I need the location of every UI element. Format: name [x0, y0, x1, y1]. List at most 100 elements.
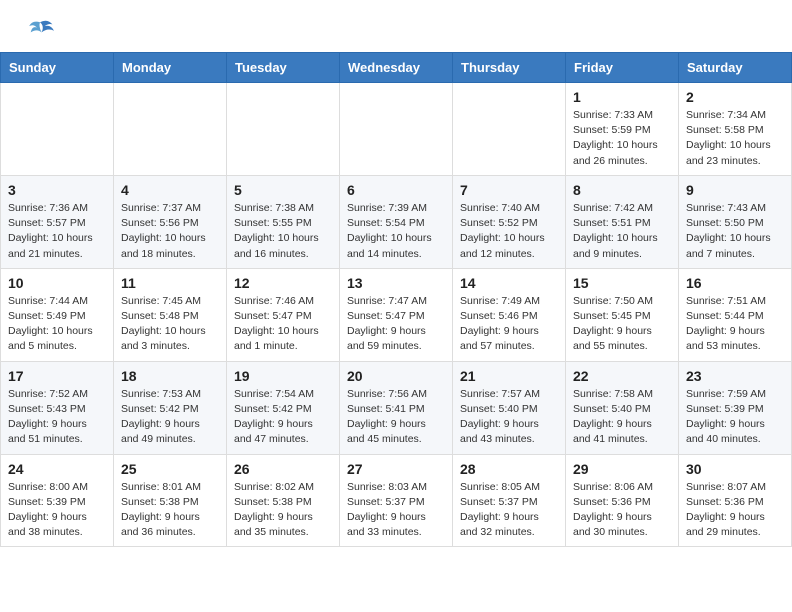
- day-info: Sunrise: 8:02 AMSunset: 5:38 PMDaylight:…: [234, 480, 332, 541]
- day-number: 28: [460, 461, 558, 477]
- day-info: Sunrise: 7:36 AMSunset: 5:57 PMDaylight:…: [8, 201, 106, 262]
- calendar-header-tuesday: Tuesday: [227, 53, 340, 83]
- day-info: Sunrise: 7:51 AMSunset: 5:44 PMDaylight:…: [686, 294, 784, 355]
- day-number: 1: [573, 89, 671, 105]
- day-info: Sunrise: 7:53 AMSunset: 5:42 PMDaylight:…: [121, 387, 219, 448]
- day-number: 26: [234, 461, 332, 477]
- day-number: 15: [573, 275, 671, 291]
- calendar-cell: 5 Sunrise: 7:38 AMSunset: 5:55 PMDaylight…: [227, 175, 340, 268]
- calendar-cell: 1 Sunrise: 7:33 AMSunset: 5:59 PMDaylight…: [566, 83, 679, 176]
- calendar-cell: 19 Sunrise: 7:54 AMSunset: 5:42 PMDayligh…: [227, 361, 340, 454]
- day-number: 11: [121, 275, 219, 291]
- calendar-cell: 4 Sunrise: 7:37 AMSunset: 5:56 PMDaylight…: [114, 175, 227, 268]
- day-number: 8: [573, 182, 671, 198]
- day-number: 21: [460, 368, 558, 384]
- day-number: 12: [234, 275, 332, 291]
- calendar-cell: 9 Sunrise: 7:43 AMSunset: 5:50 PMDaylight…: [679, 175, 792, 268]
- day-number: 10: [8, 275, 106, 291]
- day-number: 14: [460, 275, 558, 291]
- day-info: Sunrise: 8:01 AMSunset: 5:38 PMDaylight:…: [121, 480, 219, 541]
- day-number: 3: [8, 182, 106, 198]
- calendar-cell: 23Sunrise: 7:59 AMSunset: 5:39 PMDayligh…: [679, 361, 792, 454]
- calendar-cell: 8Sunrise: 7:42 AMSunset: 5:51 PMDaylight…: [566, 175, 679, 268]
- day-info: Sunrise: 7:43 AMSunset: 5:50 PMDaylight:…: [686, 201, 784, 262]
- calendar-cell: [227, 83, 340, 176]
- calendar-cell: 30Sunrise: 8:07 AMSunset: 5:36 PMDayligh…: [679, 454, 792, 547]
- day-info: Sunrise: 7:33 AMSunset: 5:59 PMDaylight:…: [573, 108, 671, 169]
- calendar-cell: 18 Sunrise: 7:53 AMSunset: 5:42 PMDayligh…: [114, 361, 227, 454]
- day-number: 17: [8, 368, 106, 384]
- calendar-header-friday: Friday: [566, 53, 679, 83]
- calendar-week-row: 24 Sunrise: 8:00 AMSunset: 5:39 PMDayligh…: [1, 454, 792, 547]
- day-info: Sunrise: 7:56 AMSunset: 5:41 PMDaylight:…: [347, 387, 445, 448]
- day-info: Sunrise: 7:52 AMSunset: 5:43 PMDaylight:…: [8, 387, 106, 448]
- day-info: Sunrise: 7:54 AMSunset: 5:42 PMDaylight:…: [234, 387, 332, 448]
- day-info: Sunrise: 8:03 AMSunset: 5:37 PMDaylight:…: [347, 480, 445, 541]
- page-header: [0, 0, 792, 52]
- day-info: Sunrise: 7:46 AMSunset: 5:47 PMDaylight:…: [234, 294, 332, 355]
- logo: [24, 18, 54, 42]
- logo-bird-icon: [26, 18, 54, 42]
- day-info: Sunrise: 7:37 AMSunset: 5:56 PMDaylight:…: [121, 201, 219, 262]
- calendar-cell: 2 Sunrise: 7:34 AMSunset: 5:58 PMDaylight…: [679, 83, 792, 176]
- calendar-week-row: 3 Sunrise: 7:36 AMSunset: 5:57 PMDaylight…: [1, 175, 792, 268]
- day-info: Sunrise: 8:07 AMSunset: 5:36 PMDaylight:…: [686, 480, 784, 541]
- calendar-cell: 24 Sunrise: 8:00 AMSunset: 5:39 PMDayligh…: [1, 454, 114, 547]
- day-info: Sunrise: 7:50 AMSunset: 5:45 PMDaylight:…: [573, 294, 671, 355]
- day-number: 24: [8, 461, 106, 477]
- calendar-cell: 14Sunrise: 7:49 AMSunset: 5:46 PMDayligh…: [453, 268, 566, 361]
- calendar-cell: 27 Sunrise: 8:03 AMSunset: 5:37 PMDayligh…: [340, 454, 453, 547]
- day-number: 13: [347, 275, 445, 291]
- calendar-cell: [114, 83, 227, 176]
- calendar-cell: 25 Sunrise: 8:01 AMSunset: 5:38 PMDayligh…: [114, 454, 227, 547]
- calendar-table: SundayMondayTuesdayWednesdayThursdayFrid…: [0, 52, 792, 547]
- calendar-cell: 11 Sunrise: 7:45 AMSunset: 5:48 PMDayligh…: [114, 268, 227, 361]
- calendar-week-row: 17 Sunrise: 7:52 AMSunset: 5:43 PMDayligh…: [1, 361, 792, 454]
- day-info: Sunrise: 8:00 AMSunset: 5:39 PMDaylight:…: [8, 480, 106, 541]
- day-info: Sunrise: 7:57 AMSunset: 5:40 PMDaylight:…: [460, 387, 558, 448]
- calendar-header-saturday: Saturday: [679, 53, 792, 83]
- day-number: 2: [686, 89, 784, 105]
- day-number: 22: [573, 368, 671, 384]
- calendar-cell: 10 Sunrise: 7:44 AMSunset: 5:49 PMDayligh…: [1, 268, 114, 361]
- day-number: 6: [347, 182, 445, 198]
- calendar-cell: 13 Sunrise: 7:47 AMSunset: 5:47 PMDayligh…: [340, 268, 453, 361]
- day-info: Sunrise: 7:44 AMSunset: 5:49 PMDaylight:…: [8, 294, 106, 355]
- day-info: Sunrise: 8:05 AMSunset: 5:37 PMDaylight:…: [460, 480, 558, 541]
- calendar-cell: 22 Sunrise: 7:58 AMSunset: 5:40 PMDayligh…: [566, 361, 679, 454]
- day-info: Sunrise: 7:47 AMSunset: 5:47 PMDaylight:…: [347, 294, 445, 355]
- day-info: Sunrise: 7:45 AMSunset: 5:48 PMDaylight:…: [121, 294, 219, 355]
- calendar-header-thursday: Thursday: [453, 53, 566, 83]
- day-info: Sunrise: 7:58 AMSunset: 5:40 PMDaylight:…: [573, 387, 671, 448]
- calendar-cell: [340, 83, 453, 176]
- calendar-cell: 7Sunrise: 7:40 AMSunset: 5:52 PMDaylight…: [453, 175, 566, 268]
- calendar-week-row: 1 Sunrise: 7:33 AMSunset: 5:59 PMDaylight…: [1, 83, 792, 176]
- day-number: 25: [121, 461, 219, 477]
- calendar-cell: [1, 83, 114, 176]
- day-number: 23: [686, 368, 784, 384]
- calendar-cell: 29 Sunrise: 8:06 AMSunset: 5:36 PMDayligh…: [566, 454, 679, 547]
- day-number: 5: [234, 182, 332, 198]
- calendar-cell: 6 Sunrise: 7:39 AMSunset: 5:54 PMDaylight…: [340, 175, 453, 268]
- calendar-cell: 26 Sunrise: 8:02 AMSunset: 5:38 PMDayligh…: [227, 454, 340, 547]
- day-info: Sunrise: 7:34 AMSunset: 5:58 PMDaylight:…: [686, 108, 784, 169]
- day-info: Sunrise: 7:39 AMSunset: 5:54 PMDaylight:…: [347, 201, 445, 262]
- calendar-cell: 16 Sunrise: 7:51 AMSunset: 5:44 PMDayligh…: [679, 268, 792, 361]
- calendar-cell: [453, 83, 566, 176]
- day-number: 4: [121, 182, 219, 198]
- day-number: 18: [121, 368, 219, 384]
- day-number: 7: [460, 182, 558, 198]
- calendar-header-sunday: Sunday: [1, 53, 114, 83]
- calendar-week-row: 10 Sunrise: 7:44 AMSunset: 5:49 PMDayligh…: [1, 268, 792, 361]
- day-number: 9: [686, 182, 784, 198]
- day-number: 27: [347, 461, 445, 477]
- calendar-cell: 12 Sunrise: 7:46 AMSunset: 5:47 PMDayligh…: [227, 268, 340, 361]
- calendar-header-row: SundayMondayTuesdayWednesdayThursdayFrid…: [1, 53, 792, 83]
- day-number: 16: [686, 275, 784, 291]
- day-info: Sunrise: 7:38 AMSunset: 5:55 PMDaylight:…: [234, 201, 332, 262]
- calendar-cell: 15 Sunrise: 7:50 AMSunset: 5:45 PMDayligh…: [566, 268, 679, 361]
- day-info: Sunrise: 8:06 AMSunset: 5:36 PMDaylight:…: [573, 480, 671, 541]
- day-number: 29: [573, 461, 671, 477]
- day-number: 19: [234, 368, 332, 384]
- calendar-cell: 3 Sunrise: 7:36 AMSunset: 5:57 PMDaylight…: [1, 175, 114, 268]
